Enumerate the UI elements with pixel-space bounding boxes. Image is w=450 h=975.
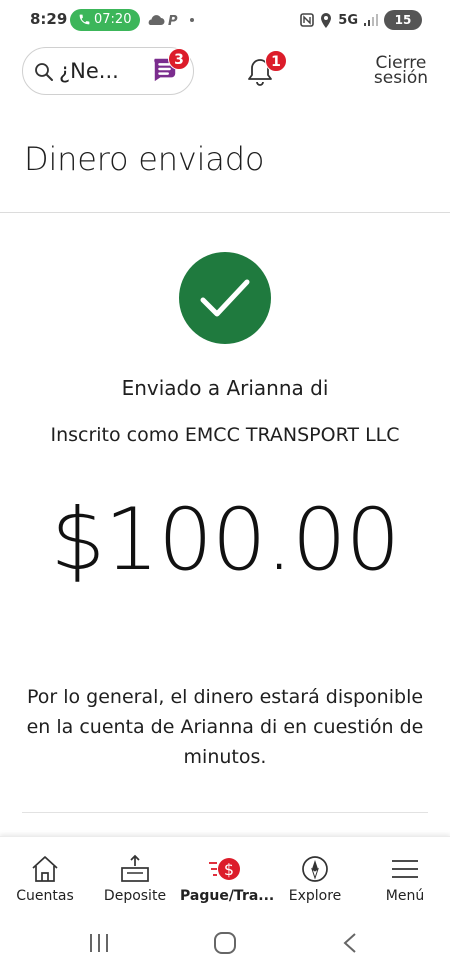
hamburger-icon: [392, 860, 418, 878]
signout-button[interactable]: Cierre sesión: [373, 55, 428, 88]
phone-icon: [79, 14, 90, 25]
home-button-icon[interactable]: [213, 932, 237, 954]
network-type: 5G: [338, 12, 358, 28]
amount-sent: $100.00: [50, 490, 401, 590]
bottom-tab-bar: Cuentas Deposite $ Pague/Tra... Explore …: [0, 836, 450, 914]
compass-icon: [302, 856, 328, 882]
dot-icon: [190, 18, 194, 22]
notification-badge: 1: [265, 50, 287, 72]
tab-label: Cuentas: [16, 888, 74, 904]
signout-label-line2: sesión: [373, 68, 428, 88]
tab-menu[interactable]: Menú: [360, 837, 450, 915]
signal-icon: [364, 14, 378, 26]
tab-cuentas[interactable]: Cuentas: [0, 837, 90, 915]
svg-text:$: $: [224, 860, 234, 879]
app-screen: 8:29 07:20 P 5G 15 ¿Ne... 3 1 Cierre ses…: [0, 0, 450, 975]
page-title: Dinero enviado: [24, 140, 265, 178]
tab-label: Pague/Tra...: [180, 888, 275, 904]
enrolled-as-text: Inscrito como EMCC TRANSPORT LLC: [50, 424, 400, 446]
call-timer-text: 07:20: [94, 12, 132, 27]
status-bar: 8:29 07:20 P 5G 15: [0, 0, 450, 40]
search-placeholder: ¿Ne...: [59, 59, 119, 83]
call-timer-pill[interactable]: 07:20: [70, 9, 140, 31]
sent-to-text: Enviado a Arianna di: [121, 376, 329, 400]
recent-apps-icon[interactable]: [88, 932, 110, 954]
nfc-icon: [300, 13, 315, 27]
system-navigation-bar: [0, 914, 450, 975]
divider: [22, 812, 428, 813]
pay-transfer-icon: $: [209, 858, 240, 880]
availability-note: Por lo general, el dinero estará disponi…: [26, 686, 424, 768]
battery-indicator: 15: [384, 10, 422, 30]
success-check-icon: [179, 252, 271, 344]
search-icon: [35, 63, 53, 81]
status-right: 5G 15: [300, 10, 422, 30]
erica-badge: 3: [168, 48, 190, 70]
home-icon: [32, 856, 58, 882]
tab-pague-transfiera[interactable]: $ Pague/Tra...: [180, 837, 275, 915]
tab-deposite[interactable]: Deposite: [90, 837, 180, 915]
tab-label: Menú: [385, 888, 425, 904]
status-notification-icons: P: [146, 12, 202, 31]
status-time: 8:29: [30, 10, 68, 28]
battery-level: 15: [394, 13, 412, 27]
cloud-icon: [148, 15, 165, 26]
tab-label: Explore: [288, 888, 342, 904]
divider: [0, 212, 450, 213]
app-header: ¿Ne... 3 1 Cierre sesión: [0, 44, 450, 100]
location-icon: [321, 12, 332, 28]
tab-explore[interactable]: Explore: [270, 837, 360, 915]
tab-label: Deposite: [103, 888, 167, 904]
deposit-icon: [121, 854, 149, 882]
paypal-icon: P: [168, 14, 178, 27]
back-icon[interactable]: [342, 932, 358, 954]
